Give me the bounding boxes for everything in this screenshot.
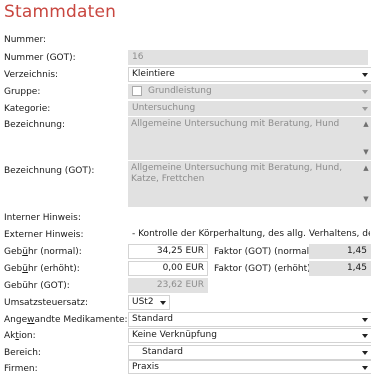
label-bereich: Bereich:: [4, 348, 41, 358]
label-bezeichnung: Bezeichnung:: [4, 120, 65, 130]
page-title: Stammdaten: [4, 2, 117, 22]
verzeichnis-value: Kleintiere: [132, 69, 175, 79]
label-aktion: Aktion:: [4, 331, 36, 341]
aktion-value: Keine Verknüpfung: [132, 330, 217, 340]
medikamente-value: Standard: [132, 314, 173, 324]
chevron-down-icon: [359, 102, 371, 115]
label-nummer-got: Nummer (GOT):: [4, 53, 76, 63]
color-swatch: [132, 85, 142, 96]
scroll-up-icon[interactable]: ▲: [362, 163, 370, 174]
label-externer-hinweis: Externer Hinweis:: [4, 230, 84, 240]
chevron-down-icon: [359, 85, 371, 98]
nummer-got-field: 16: [128, 50, 368, 65]
label-faktor-normal: Faktor (GOT) (normal):: [214, 247, 316, 257]
firmen-select[interactable]: Praxis: [128, 360, 371, 374]
scroll-down-icon[interactable]: ▼: [362, 147, 370, 158]
scroll-down-icon[interactable]: ▼: [362, 194, 370, 205]
bezeichnung-textarea: Allgemeine Untersuchung mit Beratung, Hu…: [128, 117, 371, 160]
chevron-down-icon[interactable]: [157, 296, 169, 309]
label-interner-hinweis: Interner Hinweis:: [4, 213, 81, 223]
label-medikamente: Angewandte Medikamente:: [4, 315, 128, 325]
bezeichnung-value: Allgemeine Untersuchung mit Beratung, Hu…: [131, 119, 340, 129]
gruppe-select: Grundleistung: [128, 84, 371, 99]
chevron-down-icon[interactable]: [359, 68, 371, 81]
faktor-normal-field: 1,45: [309, 244, 371, 259]
bezeichnung-got-value: Allgemeine Untersuchung mit Beratung, Hu…: [131, 163, 343, 184]
umsatzsteuersatz-select[interactable]: USt2: [128, 295, 170, 310]
medikamente-select[interactable]: Standard: [128, 312, 371, 327]
aktion-select[interactable]: Keine Verknüpfung: [128, 328, 371, 343]
label-kategorie: Kategorie:: [4, 104, 51, 114]
interner-hinweis-field[interactable]: [128, 210, 368, 225]
label-nummer: Nummer:: [4, 35, 47, 45]
kategorie-select: Untersuchung: [128, 101, 371, 116]
gruppe-value: Grundleistung: [148, 86, 212, 96]
label-faktor-erhoeht: Faktor (GOT) (erhöht):: [214, 264, 314, 274]
chevron-down-icon[interactable]: [359, 361, 371, 373]
gebuehr-erhoeht-field[interactable]: 0,00 EUR: [128, 261, 208, 276]
label-umsatzsteuersatz: Umsatzsteuersatz:: [4, 298, 88, 308]
label-gebuehr-erhoeht: Gebühr (erhöht):: [4, 264, 80, 274]
label-verzeichnis: Verzeichnis:: [4, 70, 59, 80]
verzeichnis-select[interactable]: Kleintiere: [128, 67, 371, 82]
umsatzsteuersatz-value: USt2: [132, 297, 154, 307]
label-firmen: Firmen:: [4, 364, 38, 374]
scroll-up-icon[interactable]: ▲: [362, 119, 370, 130]
bereich-value: Standard: [142, 347, 183, 357]
externer-hinweis-field[interactable]: - Kontrolle der Körperhaltung, des allg.…: [128, 227, 371, 242]
chevron-down-icon[interactable]: [359, 329, 371, 342]
firmen-value: Praxis: [132, 362, 159, 372]
bereich-select[interactable]: Standard: [128, 345, 371, 360]
label-gebuehr-normal: Gebühr (normal):: [4, 247, 82, 257]
bezeichnung-got-textarea: Allgemeine Untersuchung mit Beratung, Hu…: [128, 161, 371, 207]
gebuehr-normal-field[interactable]: 34,25 EUR: [128, 244, 208, 259]
label-gruppe: Gruppe:: [4, 87, 41, 97]
kategorie-value: Untersuchung: [132, 103, 196, 113]
chevron-down-icon[interactable]: [359, 346, 371, 359]
label-gebuehr-got: Gebühr (GOT):: [4, 281, 70, 291]
nummer-field[interactable]: [128, 32, 368, 47]
gebuehr-got-field: 23,62 EUR: [128, 278, 208, 293]
label-bezeichnung-got: Bezeichnung (GOT):: [4, 166, 95, 176]
faktor-erhoeht-field: 1,45: [309, 261, 371, 276]
chevron-down-icon[interactable]: [359, 313, 371, 326]
